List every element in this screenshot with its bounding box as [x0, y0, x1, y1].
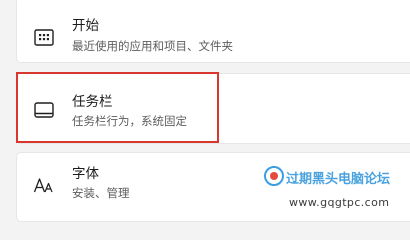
fonts-icon: [33, 178, 53, 193]
settings-item-start[interactable]: 开始 最近使用的应用和项目、文件夹: [16, 0, 410, 63]
settings-item-title: 开始: [72, 18, 99, 34]
settings-item-taskbar[interactable]: 任务栏 任务栏行为，系统固定: [16, 73, 410, 144]
watermark: 过期黑头电脑论坛 www.gqgtpc.com: [262, 162, 408, 213]
settings-item-subtitle: 最近使用的应用和项目、文件夹: [72, 39, 233, 53]
settings-item-subtitle: 安装、管理: [72, 186, 130, 200]
settings-item-subtitle: 任务栏行为，系统固定: [72, 114, 187, 128]
watermark-url: www.gqgtpc.com: [289, 196, 390, 209]
settings-item-title: 字体: [72, 166, 99, 182]
taskbar-icon: [34, 102, 54, 118]
watermark-title: 过期黑头电脑论坛: [286, 172, 391, 187]
start-menu-icon: [34, 29, 54, 46]
watermark-logo-icon: [264, 166, 284, 186]
settings-item-title: 任务栏: [72, 94, 113, 110]
